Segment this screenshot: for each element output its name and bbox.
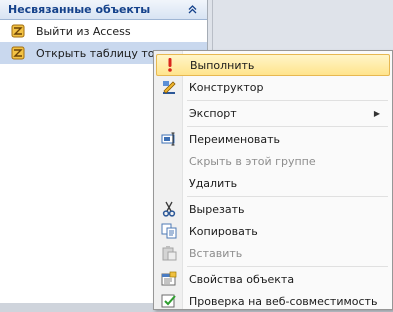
menu-item-label: Вставить — [189, 246, 243, 260]
group-title: Несвязанные объекты — [8, 3, 151, 16]
context-menu: Выполнить Конструктор Экспорт ▶ Переимен… — [153, 50, 393, 310]
menu-separator — [187, 100, 388, 101]
menu-item-label: Выполнить — [190, 58, 255, 72]
menu-item-cut[interactable]: Вырезать — [156, 198, 390, 220]
menu-item-delete[interactable]: Удалить — [156, 172, 390, 194]
macro-icon — [10, 45, 26, 61]
menu-separator — [187, 196, 388, 197]
menu-item-label: Удалить — [189, 176, 238, 190]
menu-separator — [187, 266, 388, 267]
menu-item-hide-in-group[interactable]: Скрыть в этой группе — [156, 150, 390, 172]
collapse-group-icon[interactable] — [186, 3, 199, 16]
menu-item-label: Копировать — [189, 224, 258, 238]
menu-item-label: Экспорт — [189, 106, 237, 120]
menu-item-copy[interactable]: Копировать — [156, 220, 390, 242]
copy-icon — [161, 223, 177, 239]
nav-item-label: Выйти из Access — [36, 24, 131, 38]
paste-icon — [161, 245, 177, 261]
scissors-icon — [161, 201, 177, 217]
web-check-icon — [161, 293, 177, 309]
menu-item-design[interactable]: Конструктор — [156, 76, 390, 98]
menu-item-label: Скрыть в этой группе — [189, 154, 316, 168]
menu-item-rename[interactable]: Переименовать — [156, 128, 390, 150]
rename-icon — [161, 131, 177, 147]
nav-item-exit-access[interactable]: Выйти из Access — [0, 20, 207, 42]
menu-separator — [187, 126, 388, 127]
design-view-icon — [161, 79, 177, 95]
menu-item-label: Конструктор — [189, 80, 264, 94]
nav-item-label: Открыть таблицу това — [36, 46, 168, 60]
menu-item-properties[interactable]: Свойства объекта — [156, 268, 390, 290]
exclamation-icon — [162, 57, 178, 73]
menu-item-export[interactable]: Экспорт ▶ — [156, 102, 390, 124]
submenu-arrow-icon: ▶ — [373, 108, 380, 118]
menu-item-web-check[interactable]: Проверка на веб-совместимость — [156, 290, 390, 312]
properties-icon — [161, 271, 177, 287]
menu-item-label: Проверка на веб-совместимость — [189, 294, 378, 308]
group-header[interactable]: Несвязанные объекты — [0, 0, 207, 20]
menu-item-label: Вырезать — [189, 202, 245, 216]
menu-item-paste[interactable]: Вставить — [156, 242, 390, 264]
menu-item-label: Переименовать — [189, 132, 281, 146]
macro-icon — [10, 23, 26, 39]
menu-item-label: Свойства объекта — [189, 272, 295, 286]
menu-item-run[interactable]: Выполнить — [156, 54, 390, 76]
